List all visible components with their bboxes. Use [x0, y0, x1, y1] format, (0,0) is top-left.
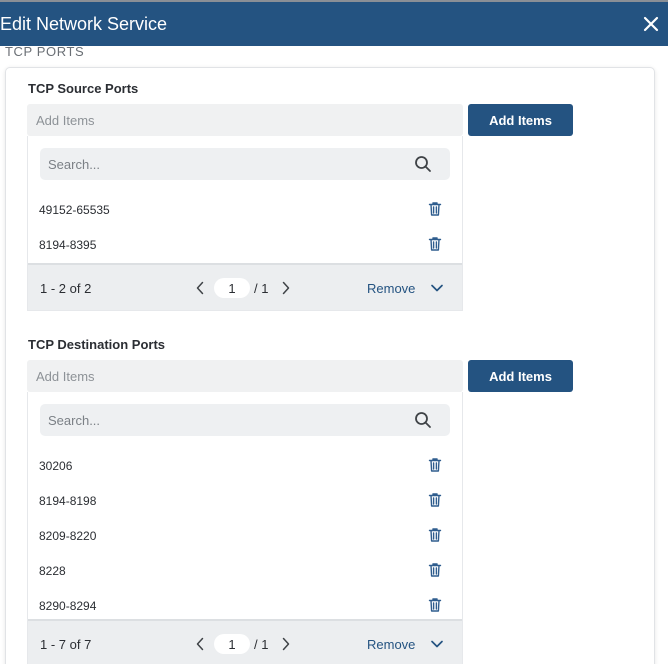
search-icon[interactable] [414, 155, 432, 173]
dialog-header: Edit Network Service [0, 2, 668, 46]
page-number-input[interactable] [214, 634, 250, 654]
chevron-right-icon[interactable] [281, 281, 291, 295]
pagination-range: 1 - 7 of 7 [40, 637, 92, 652]
list-item: 8209-8220 [28, 518, 462, 553]
source-pagination-footer: 1 - 2 of 2 / 1 Remove [28, 263, 462, 310]
remove-button[interactable]: Remove [367, 281, 415, 296]
source-add-items-input[interactable] [27, 104, 463, 136]
destination-search-box [40, 404, 450, 436]
list-item: 30206 [28, 448, 462, 483]
total-pages: / 1 [254, 637, 269, 652]
port-value: 8290-8294 [39, 599, 97, 613]
page-number-input[interactable] [214, 278, 250, 298]
trash-icon[interactable] [428, 236, 442, 252]
source-search-box [40, 148, 450, 180]
list-item: 49152-65535 [28, 192, 462, 227]
dialog-title: Edit Network Service [0, 14, 168, 34]
port-value: 8209-8220 [39, 529, 97, 543]
trash-icon[interactable] [428, 527, 442, 543]
trash-icon[interactable] [428, 492, 442, 508]
destination-ports-list: 30206 8194-8198 8209-8220 8228 8290-8294 [27, 392, 463, 664]
list-item: 8194-8395 [28, 227, 462, 262]
remove-button[interactable]: Remove [367, 637, 415, 652]
search-icon[interactable] [414, 411, 432, 429]
chevron-down-icon[interactable] [430, 637, 444, 651]
source-add-items-button[interactable]: Add Items [468, 104, 573, 136]
trash-icon[interactable] [428, 597, 442, 613]
list-item: 8290-8294 [28, 588, 462, 623]
destination-add-items-input[interactable] [27, 360, 463, 392]
trash-icon[interactable] [428, 457, 442, 473]
destination-ports-label: TCP Destination Ports [28, 337, 166, 352]
chevron-left-icon[interactable] [195, 637, 205, 651]
destination-pagination-footer: 1 - 7 of 7 / 1 Remove [28, 619, 462, 664]
port-value: 49152-65535 [39, 203, 110, 217]
trash-icon[interactable] [428, 201, 442, 217]
port-value: 8194-8198 [39, 494, 97, 508]
pagination-range: 1 - 2 of 2 [40, 281, 92, 296]
source-search-input[interactable] [40, 148, 410, 180]
port-value: 8228 [39, 564, 66, 578]
chevron-left-icon[interactable] [195, 281, 205, 295]
source-ports-list: 49152-65535 8194-8395 1 - 2 of 2 / 1 Rem… [27, 136, 463, 311]
list-item: 8228 [28, 553, 462, 588]
port-value: 30206 [39, 459, 73, 473]
source-ports-label: TCP Source Ports [28, 81, 139, 96]
total-pages: / 1 [254, 281, 269, 296]
chevron-down-icon[interactable] [430, 281, 444, 295]
close-icon[interactable] [641, 14, 661, 34]
port-value: 8194-8395 [39, 238, 97, 252]
section-title: TCP PORTS [5, 44, 85, 59]
trash-icon[interactable] [428, 562, 442, 578]
list-item: 8194-8198 [28, 483, 462, 518]
tcp-ports-card: TCP Source Ports Add Items 49152-65535 8… [5, 67, 655, 664]
chevron-right-icon[interactable] [281, 637, 291, 651]
destination-search-input[interactable] [40, 404, 410, 436]
destination-add-items-button[interactable]: Add Items [468, 360, 573, 392]
